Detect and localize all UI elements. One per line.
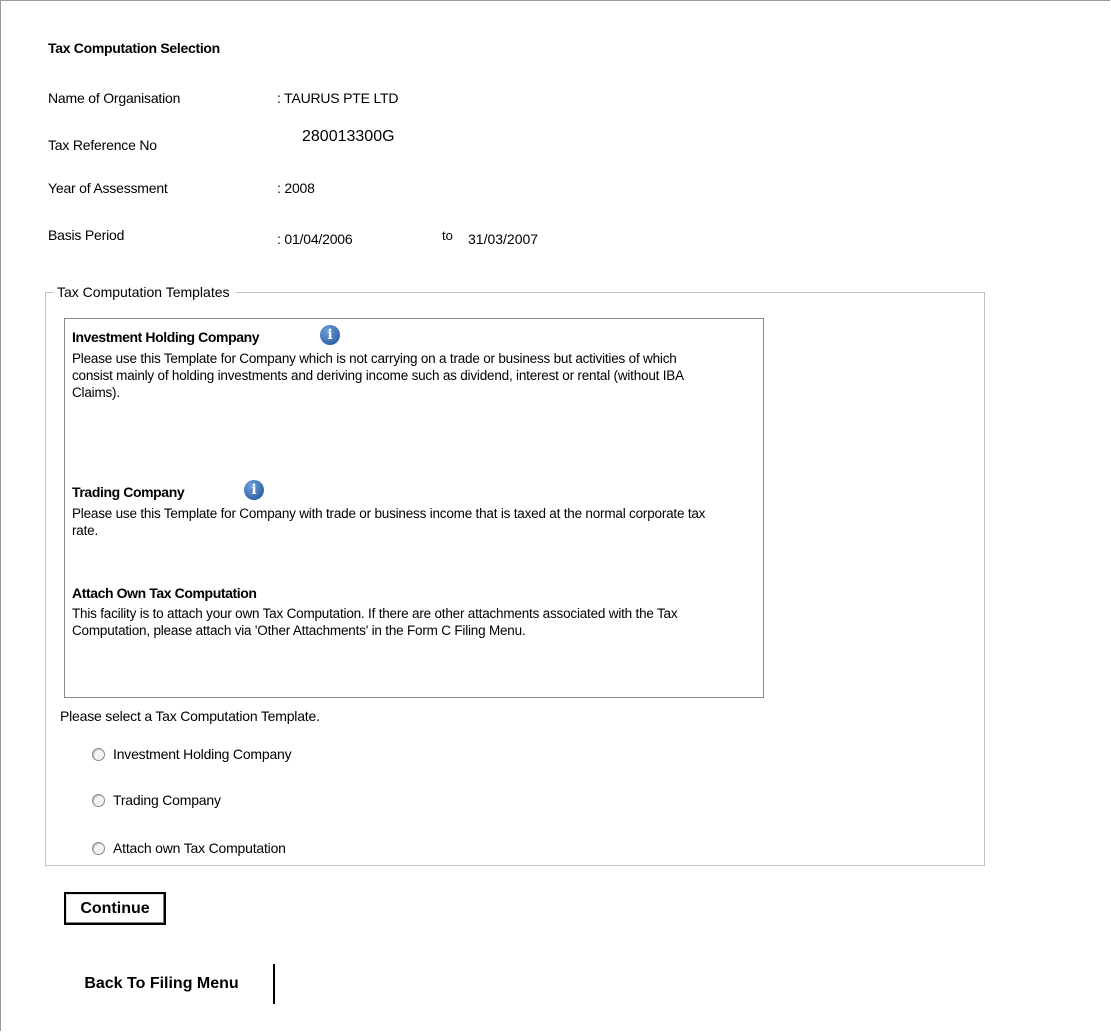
name-of-organisation-label: Name of Organisation (48, 90, 181, 106)
basis-period-from: : 01/04/2006 (277, 231, 353, 247)
trading-company-description: Please use this Template for Company wit… (72, 506, 706, 538)
select-template-prompt: Please select a Tax Computation Template… (60, 708, 320, 724)
radio-label: Trading Company (113, 792, 221, 808)
investment-holding-description: Please use this Template for Company whi… (72, 351, 684, 400)
info-icon[interactable]: i (244, 480, 264, 500)
radio-button[interactable] (92, 793, 105, 807)
basis-period-to-word: to (442, 228, 453, 243)
basis-period-to: 31/03/2007 (468, 231, 539, 247)
basis-period-label: Basis Period (48, 227, 125, 243)
year-of-assessment-label: Year of Assessment (48, 180, 168, 196)
tax-reference-label: Tax Reference No (48, 137, 157, 153)
radio-button[interactable] (92, 841, 105, 855)
radio-button[interactable] (92, 747, 105, 761)
attach-own-description: This facility is to attach your own Tax … (72, 606, 678, 638)
radio-investment-holding[interactable]: Investment Holding Company (92, 746, 292, 762)
tax-reference-value: 280013300G (302, 128, 395, 145)
back-to-filing-menu-button[interactable]: Back To Filing Menu (50, 964, 275, 1004)
radio-attach-own[interactable]: Attach own Tax Computation (92, 840, 286, 856)
continue-button[interactable]: Continue (64, 892, 166, 925)
radio-label: Attach own Tax Computation (113, 840, 286, 856)
year-of-assessment-value: : 2008 (277, 180, 315, 196)
page-title: Tax Computation Selection (48, 40, 220, 56)
info-icon[interactable]: i (320, 325, 340, 345)
name-of-organisation-value: : TAURUS PTE LTD (277, 90, 399, 106)
radio-label: Investment Holding Company (113, 746, 292, 762)
investment-holding-heading: Investment Holding Company (72, 329, 260, 345)
trading-company-heading: Trading Company (72, 484, 185, 500)
radio-trading-company[interactable]: Trading Company (92, 792, 221, 808)
attach-own-heading: Attach Own Tax Computation (72, 585, 257, 601)
templates-legend: Tax Computation Templates (57, 284, 230, 300)
